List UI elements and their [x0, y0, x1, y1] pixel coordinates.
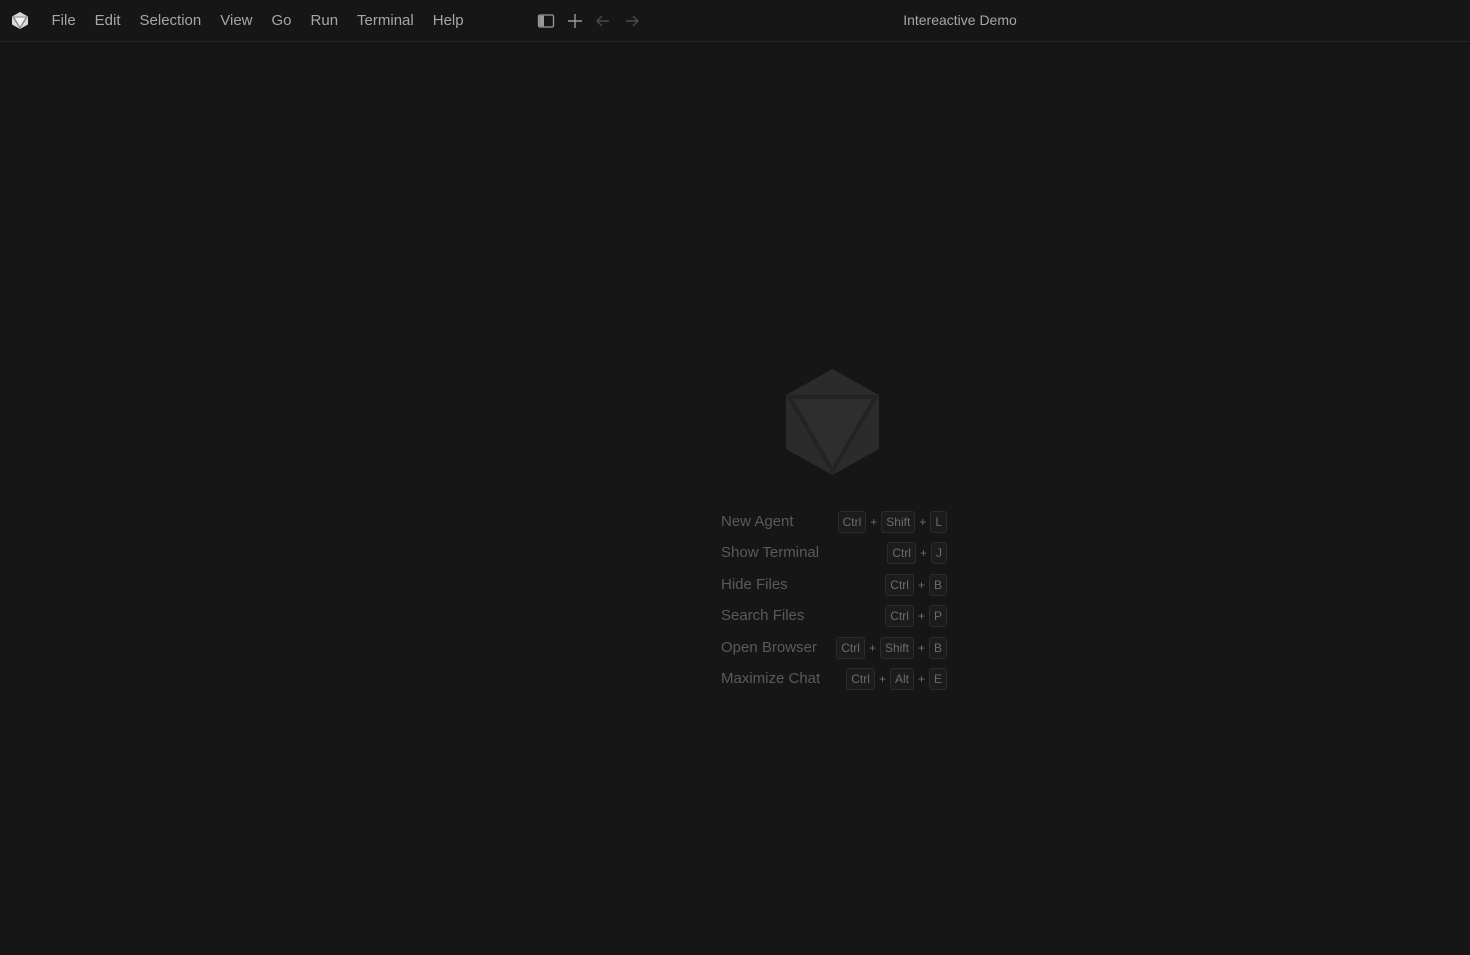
shortcut-label: New Agent	[721, 513, 794, 530]
shortcut-new-agent[interactable]: New Agent Ctrl + Shift + L	[721, 510, 951, 534]
shortcut-keys: Ctrl + Shift + L	[837, 511, 947, 533]
key-ctrl: Ctrl	[885, 574, 914, 596]
key-ctrl: Ctrl	[885, 605, 914, 627]
key-shift: Shift	[881, 511, 916, 533]
shortcut-keys: Ctrl + J	[887, 542, 947, 564]
plus-sign: +	[917, 641, 925, 655]
shortcut-keys: Ctrl + P	[885, 605, 947, 627]
plus-sign: +	[870, 515, 878, 529]
menu-file[interactable]: File	[42, 0, 85, 41]
plus-sign: +	[878, 672, 886, 686]
shortcut-label: Show Terminal	[721, 544, 820, 561]
shortcut-label: Search Files	[721, 607, 805, 624]
plus-sign: +	[917, 672, 925, 686]
key-b: B	[928, 637, 947, 659]
shortcut-keys: Ctrl + Shift + B	[836, 637, 947, 659]
key-b: B	[928, 574, 947, 596]
arrow-right-icon[interactable]	[622, 11, 642, 31]
cube-logo-icon[interactable]	[11, 11, 29, 30]
shortcut-open-browser[interactable]: Open Browser Ctrl + Shift + B	[721, 636, 951, 660]
menu-bar: File Edit Selection View Go Run Terminal…	[42, 0, 473, 41]
shortcut-label: Open Browser	[721, 639, 817, 656]
key-ctrl: Ctrl	[846, 668, 875, 690]
key-alt: Alt	[889, 668, 914, 690]
key-j: J	[931, 542, 947, 564]
plus-sign: +	[917, 578, 925, 592]
plus-sign: +	[917, 609, 925, 623]
menu-view[interactable]: View	[211, 0, 262, 41]
plus-icon[interactable]	[565, 11, 585, 31]
key-ctrl: Ctrl	[887, 542, 916, 564]
toggle-sidebar-icon[interactable]	[536, 11, 556, 31]
key-ctrl: Ctrl	[836, 637, 865, 659]
shortcut-hide-files[interactable]: Hide Files Ctrl + B	[721, 573, 951, 597]
shortcut-show-terminal[interactable]: Show Terminal Ctrl + J	[721, 541, 951, 565]
shortcut-keys: Ctrl + B	[885, 574, 947, 596]
key-p: P	[928, 605, 947, 627]
shortcut-maximize-chat[interactable]: Maximize Chat Ctrl + Alt + E	[721, 667, 951, 691]
menu-run[interactable]: Run	[301, 0, 348, 41]
cube-logo-icon	[786, 369, 879, 475]
shortcut-label: Maximize Chat	[721, 670, 821, 687]
title-bar: File Edit Selection View Go Run Terminal…	[0, 0, 1470, 42]
shortcut-keys: Ctrl + Alt + E	[846, 668, 947, 690]
key-ctrl: Ctrl	[837, 511, 867, 533]
menu-go[interactable]: Go	[262, 0, 301, 41]
shortcut-label: Hide Files	[721, 576, 788, 593]
menu-help[interactable]: Help	[423, 0, 473, 41]
shortcut-search-files[interactable]: Search Files Ctrl + P	[721, 604, 951, 628]
arrow-left-icon[interactable]	[593, 11, 613, 31]
menu-edit[interactable]: Edit	[85, 0, 130, 41]
menu-terminal[interactable]: Terminal	[348, 0, 424, 41]
key-l: L	[930, 511, 947, 533]
plus-sign: +	[868, 641, 876, 655]
key-e: E	[928, 668, 947, 690]
plus-sign: +	[919, 515, 927, 529]
menu-selection[interactable]: Selection	[130, 0, 211, 41]
key-shift: Shift	[879, 637, 914, 659]
plus-sign: +	[919, 546, 927, 560]
window-title-text: Intereactive Demo	[903, 12, 1017, 28]
